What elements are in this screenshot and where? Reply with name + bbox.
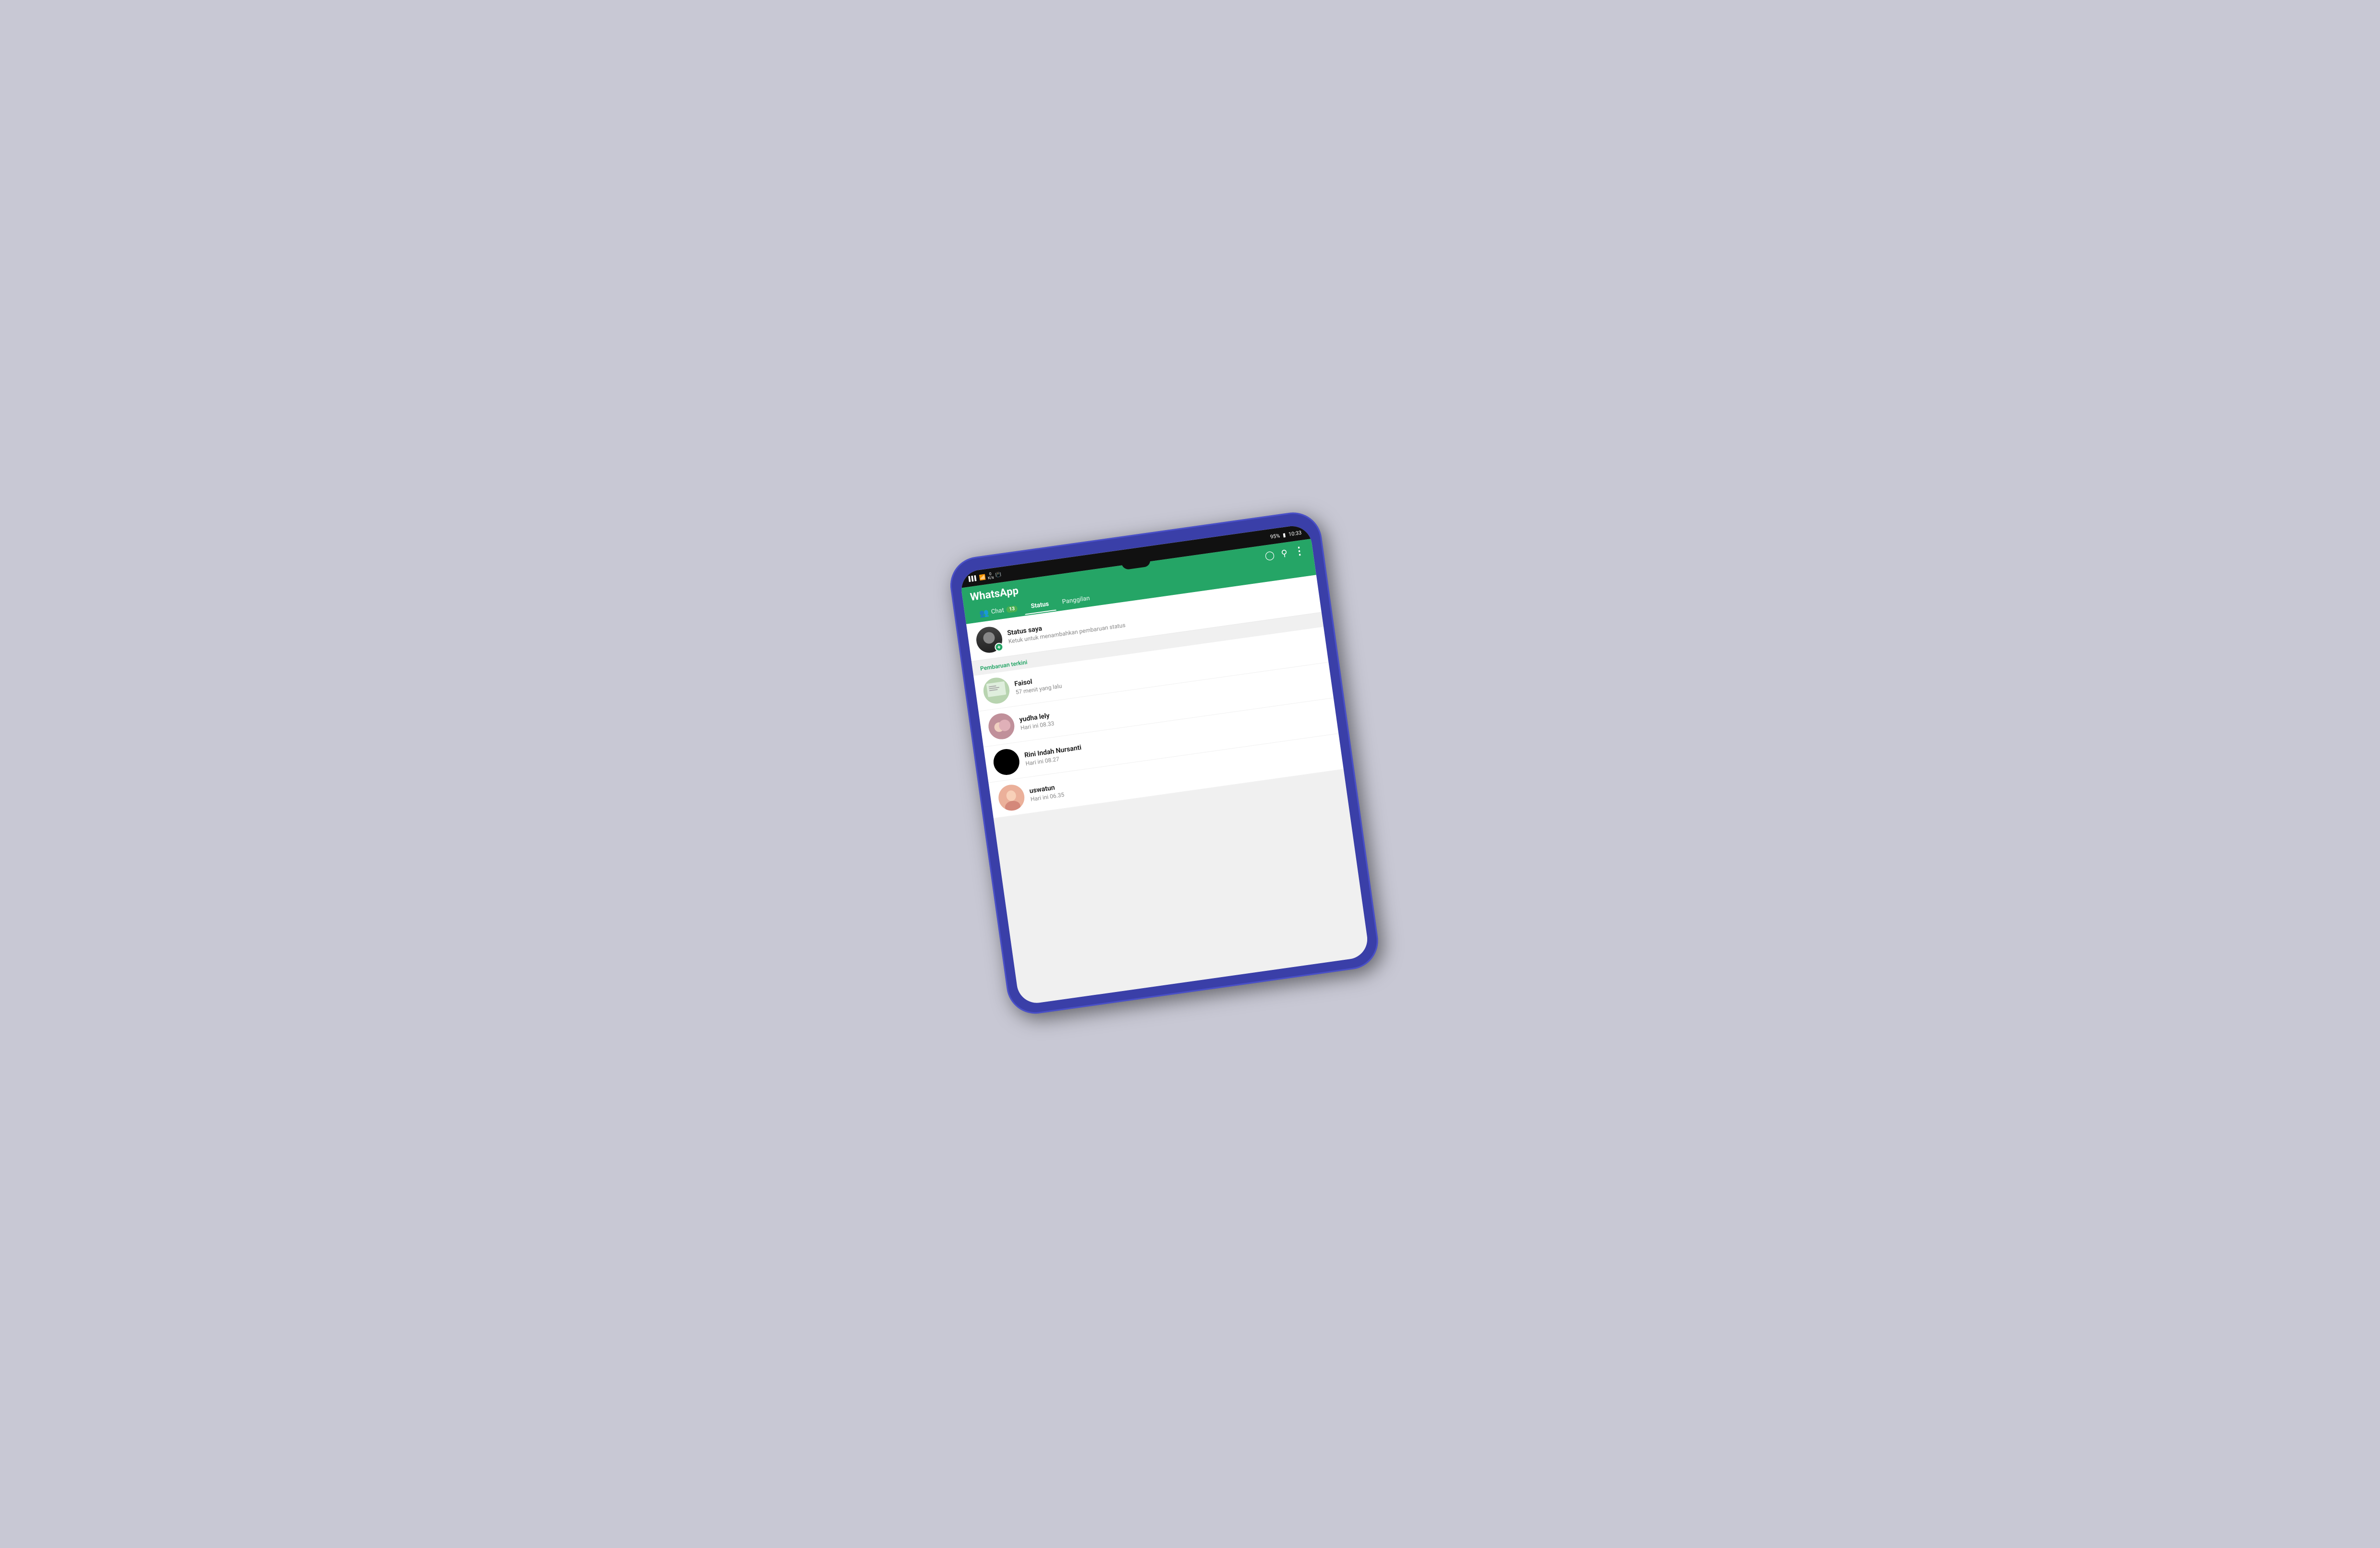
my-status-avatar-wrap: + [975,625,1004,654]
uswatun-avatar-wrap [997,783,1026,812]
wifi-icon: 📶 [979,574,986,581]
rini-status-ring [992,747,1021,776]
data-label: 0K/s [987,572,995,580]
search-icon[interactable]: ⚲ [1280,548,1288,559]
faisol-info: Faisol 57 menit yang lalu [1014,674,1062,696]
menu-icon[interactable]: ⋮ [1293,544,1306,558]
tab-chat-label: Chat [991,607,1005,616]
faisol-status-ring [982,676,1011,705]
battery-icon: ▮ [1282,532,1286,538]
phone-screen: ▌▌▌ 📶 0K/s 📳 95% ▮ 10:33 WhatsApp ◯ [959,523,1370,1005]
status-bar-right: 95% ▮ 10:33 [1270,529,1302,540]
status-bar-left: ▌▌▌ 📶 0K/s 📳 [968,571,1002,583]
uswatun-status-ring [997,783,1026,812]
yudha-status-ring [987,712,1016,741]
yudha-avatar-wrap [987,712,1016,741]
header-icons: ◯ ⚲ ⋮ [1264,544,1306,562]
rini-avatar-wrap [992,747,1021,776]
scene: ▌▌▌ 📶 0K/s 📳 95% ▮ 10:33 WhatsApp ◯ [947,506,1402,1027]
my-status-text: Status saya Ketuk untuk menambahkan pemb… [1007,613,1126,645]
rini-info: Rini Indah Nursanti Hari ini 08.27 [1024,744,1083,767]
content-area: + Status saya Ketuk untuk menambahkan pe… [966,575,1370,1005]
signal-icon: ▌▌▌ [968,575,978,581]
tab-panggilan-label: Panggilan [1062,595,1091,606]
chat-badge: 13 [1006,605,1018,613]
people-icon: 👥 [979,608,989,618]
uswatun-info: uswatun Hari ini 06.35 [1029,783,1065,803]
phone-outer: ▌▌▌ 📶 0K/s 📳 95% ▮ 10:33 WhatsApp ◯ [947,509,1382,1017]
yudha-info: yudha lely Hari ini 08.33 [1019,712,1055,732]
battery-percent: 95% [1270,532,1280,540]
faisol-avatar-wrap [982,676,1011,705]
clock: 10:33 [1288,529,1302,537]
camera-icon[interactable]: ◯ [1264,550,1275,561]
vibrate-icon: 📳 [995,572,1002,578]
tab-status-label: Status [1031,601,1049,610]
